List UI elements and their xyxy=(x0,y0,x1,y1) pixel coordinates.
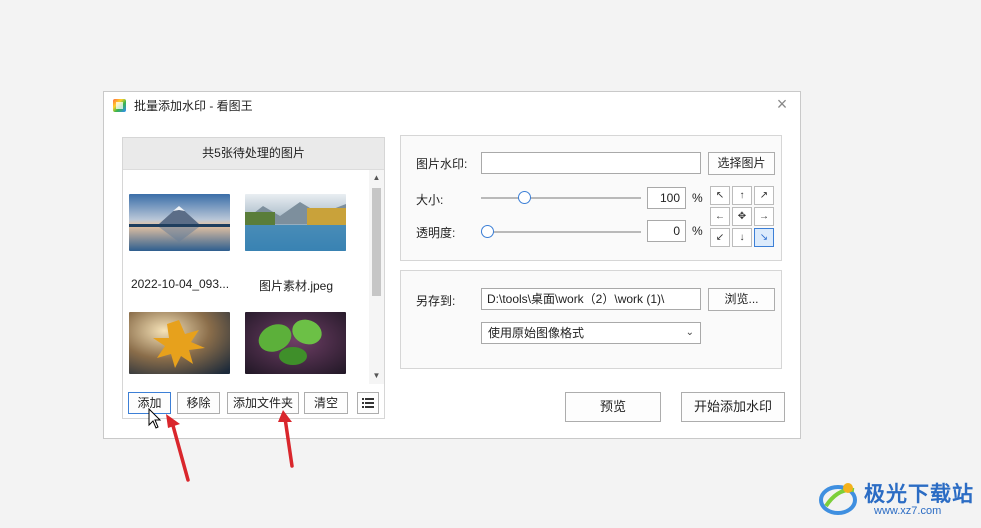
batch-watermark-dialog: 批量添加水印 - 看图王 × 共5张待处理的图片 2022-10-04_093.… xyxy=(103,91,801,439)
size-unit: % xyxy=(692,191,703,205)
position-bottom-right-icon[interactable]: ↘ xyxy=(754,228,774,247)
thumbnail-name: 2022-10-04_093... xyxy=(130,277,230,291)
app-logo-icon xyxy=(113,99,126,112)
dialog-title: 批量添加水印 - 看图王 xyxy=(134,99,253,113)
position-top-right-icon[interactable]: ↗ xyxy=(754,186,774,205)
save-to-label: 另存到: xyxy=(416,294,456,308)
annotation-arrow-icon xyxy=(278,410,294,468)
file-list-panel: 共5张待处理的图片 2022-10-04_093... 图片素材.jpeg ▲ … xyxy=(122,137,385,419)
size-slider-knob[interactable] xyxy=(517,191,531,204)
opacity-unit: % xyxy=(692,224,703,238)
position-top-center-icon[interactable]: ↑ xyxy=(732,186,752,205)
clear-button[interactable]: 清空 xyxy=(304,392,348,414)
chevron-down-icon: ⌄ xyxy=(685,327,694,338)
scroll-up-arrow-icon[interactable]: ▲ xyxy=(369,172,384,184)
save-path-input[interactable]: D:\tools\桌面\work（2）\work (1)\ xyxy=(481,288,701,310)
thumbnail-name: 图片素材.jpeg xyxy=(258,279,334,293)
site-logo-icon xyxy=(819,483,857,515)
thumbnail-autumn-lake[interactable] xyxy=(245,194,346,251)
site-watermark: 极光下载站 www.xz7.com xyxy=(818,476,978,522)
watermark-position-grid: ↖ ↑ ↗ ← ✥ → ↙ ↓ ↘ xyxy=(710,186,776,248)
thumbnail-mountain-lake[interactable] xyxy=(129,194,230,251)
size-label: 大小: xyxy=(416,193,444,207)
browse-button[interactable]: 浏览... xyxy=(708,288,775,311)
image-format-value: 使用原始图像格式 xyxy=(488,326,585,340)
save-settings-group xyxy=(400,270,782,369)
scrollbar-thumb[interactable] xyxy=(372,188,381,296)
preview-button[interactable]: 预览 xyxy=(565,392,661,422)
position-middle-left-icon[interactable]: ← xyxy=(710,207,730,226)
file-list-header: 共5张待处理的图片 xyxy=(123,138,384,170)
position-top-left-icon[interactable]: ↖ xyxy=(710,186,730,205)
thumbnail-green-leaves[interactable] xyxy=(245,312,346,374)
scroll-down-arrow-icon[interactable]: ▼ xyxy=(369,370,384,382)
size-input[interactable]: 100 xyxy=(647,187,686,209)
annotation-arrow-icon xyxy=(166,414,190,482)
close-icon[interactable]: × xyxy=(774,95,790,113)
position-middle-right-icon[interactable]: → xyxy=(754,207,774,226)
site-watermark-text: 极光下载站 xyxy=(864,483,974,506)
image-watermark-input[interactable] xyxy=(481,152,701,174)
start-watermark-button[interactable]: 开始添加水印 xyxy=(681,392,785,422)
list-view-icon[interactable] xyxy=(357,392,379,414)
choose-image-button[interactable]: 选择图片 xyxy=(708,152,775,175)
thumbnail-maple-leaf[interactable] xyxy=(129,312,230,374)
size-slider-track xyxy=(481,197,641,199)
image-watermark-label: 图片水印: xyxy=(416,157,468,171)
image-format-select[interactable]: 使用原始图像格式 ⌄ xyxy=(481,322,701,344)
position-bottom-center-icon[interactable]: ↓ xyxy=(732,228,752,247)
opacity-input[interactable]: 0 xyxy=(647,220,686,242)
opacity-slider-track xyxy=(481,231,641,233)
opacity-label: 透明度: xyxy=(416,226,456,240)
file-list-scrollbar[interactable]: ▲ ▼ xyxy=(369,170,384,384)
position-center-icon[interactable]: ✥ xyxy=(732,207,752,226)
position-bottom-left-icon[interactable]: ↙ xyxy=(710,228,730,247)
site-watermark-url: www.xz7.com xyxy=(874,505,942,517)
opacity-slider-knob[interactable] xyxy=(481,225,494,238)
